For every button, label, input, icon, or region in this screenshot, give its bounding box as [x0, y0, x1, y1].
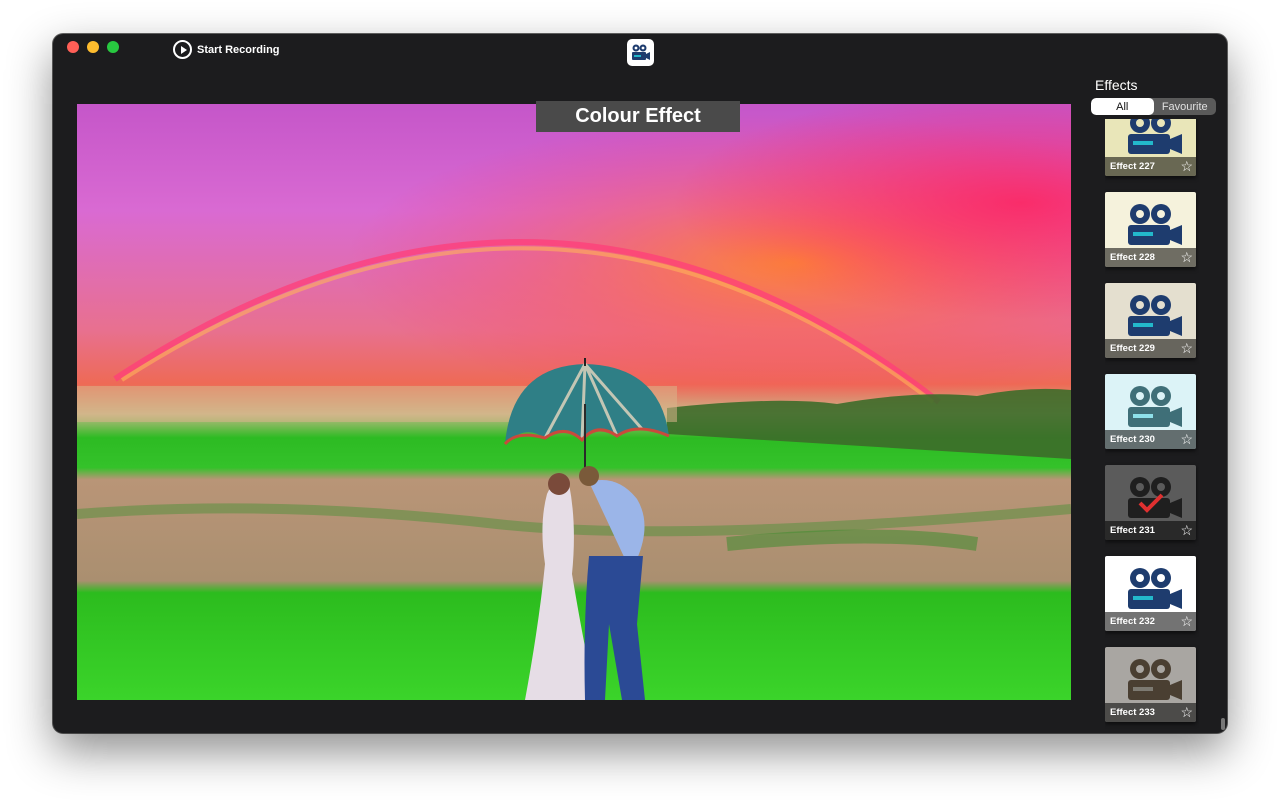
app-icon [627, 39, 654, 66]
video-camera-icon [1128, 659, 1182, 700]
favorite-star-icon[interactable]: ☆ [1180, 523, 1193, 538]
video-camera-icon [1128, 477, 1182, 518]
favorite-star-icon[interactable]: ☆ [1180, 432, 1193, 447]
effect-card[interactable]: Effect 229 ☆ [1105, 283, 1196, 358]
zoom-window-button[interactable] [107, 41, 119, 53]
video-camera-icon [1128, 295, 1182, 336]
effects-title: Effects [1095, 77, 1138, 93]
video-camera-icon [1128, 204, 1182, 245]
title-bar: Start Recording [53, 34, 1227, 70]
effect-card[interactable]: Effect 231 ☆ [1105, 465, 1196, 540]
favorite-star-icon[interactable]: ☆ [1180, 250, 1193, 265]
video-camera-icon [1128, 568, 1182, 609]
preview-image [77, 104, 1071, 700]
favorite-star-icon[interactable]: ☆ [1180, 614, 1193, 629]
favorite-star-icon[interactable]: ☆ [1180, 341, 1193, 356]
effect-card[interactable]: Effect 228 ☆ [1105, 192, 1196, 267]
close-window-button[interactable] [67, 41, 79, 53]
effects-list[interactable]: Effect 227 ☆ Effect 228 ☆ Effect 229 ☆ E… [1105, 119, 1199, 733]
video-preview[interactable] [77, 104, 1071, 700]
effects-scrollbar[interactable] [1221, 718, 1225, 730]
effect-card[interactable]: Effect 230 ☆ [1105, 374, 1196, 449]
effect-card[interactable]: Effect 232 ☆ [1105, 556, 1196, 631]
start-recording-label: Start Recording [197, 43, 280, 56]
effect-card[interactable]: Effect 227 ☆ [1105, 119, 1196, 176]
effects-sidebar: Effects All Favourite Effect 227 ☆ Effec… [1087, 72, 1227, 733]
tab-favourite[interactable]: Favourite [1154, 98, 1217, 115]
play-circle-icon [173, 40, 192, 59]
tab-all[interactable]: All [1091, 98, 1154, 115]
effect-card[interactable]: Effect 233 ☆ [1105, 647, 1196, 722]
favorite-star-icon[interactable]: ☆ [1180, 159, 1193, 174]
start-recording-button[interactable]: Start Recording [173, 40, 280, 59]
minimize-window-button[interactable] [87, 41, 99, 53]
video-camera-icon [1128, 119, 1182, 154]
effects-filter-segmented-control: All Favourite [1091, 98, 1216, 115]
app-window: Start Recording Colour Effect Effects Al… [53, 34, 1227, 733]
favorite-star-icon[interactable]: ☆ [1180, 705, 1193, 720]
video-camera-icon [1128, 386, 1182, 427]
video-camera-icon [632, 44, 650, 60]
effect-title-overlay: Colour Effect [536, 101, 740, 132]
